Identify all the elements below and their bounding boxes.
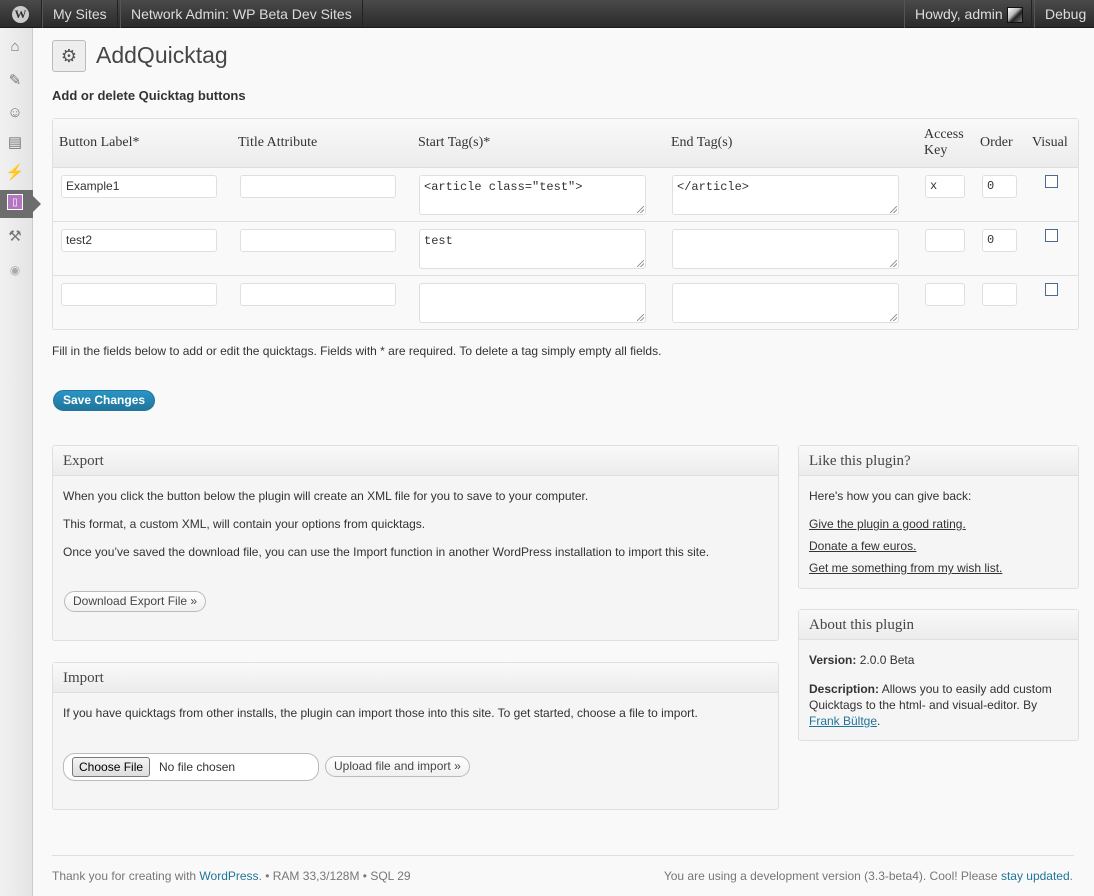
donate-link[interactable]: Donate a few euros. xyxy=(809,539,916,553)
header-start-tags: Start Tag(s)* xyxy=(418,135,491,150)
order-input[interactable] xyxy=(982,283,1017,306)
users-icon[interactable]: ☺ xyxy=(5,102,25,122)
access-key-input[interactable]: x xyxy=(925,175,965,198)
wordpress-link[interactable]: WordPress xyxy=(199,869,258,883)
button-label-input[interactable]: test2 xyxy=(61,229,217,252)
header-access-key: Access Key xyxy=(924,127,964,158)
account-menu[interactable]: Howdy, admin xyxy=(904,0,1032,28)
section-title: Add or delete Quicktag buttons xyxy=(52,88,246,103)
stay-updated-link[interactable]: stay updated xyxy=(1001,869,1070,883)
visual-checkbox[interactable] xyxy=(1045,175,1058,188)
header-end-tags: End Tag(s) xyxy=(671,135,733,150)
tools-icon[interactable]: ⚒ xyxy=(5,226,25,246)
import-title: Import xyxy=(53,663,778,693)
dashboard-icon[interactable]: ⌂ xyxy=(5,36,25,56)
rating-link[interactable]: Give the plugin a good rating. xyxy=(809,517,966,531)
access-key-input[interactable] xyxy=(925,283,965,306)
wishlist-link[interactable]: Get me something from my wish list. xyxy=(809,561,1002,575)
end-tag-textarea[interactable] xyxy=(672,229,899,269)
visual-checkbox[interactable] xyxy=(1045,229,1058,242)
howdy-text: Howdy, admin xyxy=(915,6,1003,22)
button-label-input[interactable] xyxy=(61,283,217,306)
footer-divider xyxy=(52,855,1074,856)
collapse-icon[interactable]: ◉ xyxy=(5,260,25,280)
import-text: If you have quicktags from other install… xyxy=(63,706,698,720)
file-status: No file chosen xyxy=(159,760,236,774)
start-tag-textarea[interactable] xyxy=(419,283,646,323)
export-text-2: This format, a custom XML, will contain … xyxy=(63,517,426,531)
order-input[interactable]: 0 xyxy=(982,175,1017,198)
posts-icon[interactable]: ✎ xyxy=(5,70,25,90)
quicktag-table: Button Label* Title Attribute Start Tag(… xyxy=(52,118,1079,330)
end-tag-textarea[interactable]: </article> xyxy=(672,175,899,215)
header-title-attribute: Title Attribute xyxy=(238,135,318,150)
choose-file-button[interactable]: Choose File xyxy=(72,757,151,777)
title-attribute-input[interactable] xyxy=(240,283,396,306)
tools-icon: ⚙ xyxy=(52,40,86,72)
network-admin-menu[interactable]: Network Admin: WP Beta Dev Sites xyxy=(120,0,363,28)
admin-menu: ⌂ ✎ ☺ ▤ ⚡ ▯ ⚒ ◉ xyxy=(0,28,41,896)
export-title: Export xyxy=(53,446,778,476)
author-link[interactable]: Frank Bültge xyxy=(809,714,877,728)
admin-bar: W My Sites Network Admin: WP Beta Dev Si… xyxy=(0,0,1094,28)
debug-menu[interactable]: Debug xyxy=(1034,0,1094,28)
export-text-3: Once you’ve saved the download file, you… xyxy=(63,545,710,559)
about-title: About this plugin xyxy=(799,610,1078,640)
plugins-icon[interactable]: ⚡ xyxy=(5,162,25,182)
title-attribute-input[interactable] xyxy=(240,229,396,252)
like-title: Like this plugin? xyxy=(799,446,1078,476)
page-title: AddQuicktag xyxy=(96,42,228,68)
avatar xyxy=(1006,7,1023,24)
button-label-input[interactable]: Example1 xyxy=(61,175,217,198)
order-input[interactable]: 0 xyxy=(982,229,1017,252)
download-export-button[interactable]: Download Export File » xyxy=(64,591,207,612)
upload-import-button[interactable]: Upload file and import » xyxy=(325,756,470,777)
row-divider xyxy=(53,275,1078,276)
quicktag-icon[interactable]: ▯ xyxy=(7,194,23,210)
description-line: Description: Allows you to easily add cu… xyxy=(809,682,1052,728)
start-tag-textarea[interactable]: test xyxy=(419,229,646,269)
access-key-input[interactable] xyxy=(925,229,965,252)
my-sites-menu[interactable]: My Sites xyxy=(42,0,118,28)
start-tag-textarea[interactable]: <article class="test"> xyxy=(419,175,646,215)
about-plugin-box: About this plugin Version: 2.0.0 Beta De… xyxy=(798,609,1079,741)
export-text-1: When you click the button below the plug… xyxy=(63,489,589,503)
help-text: Fill in the fields below to add or edit … xyxy=(52,344,662,358)
version-line: Version: 2.0.0 Beta xyxy=(809,653,915,667)
row-divider xyxy=(53,221,1078,222)
save-changes-button[interactable]: Save Changes xyxy=(53,390,156,411)
footer-credits: Thank you for creating with WordPress. •… xyxy=(52,869,411,883)
import-box: Import If you have quicktags from other … xyxy=(52,662,779,810)
appearance-icon[interactable]: ▤ xyxy=(5,132,25,152)
like-plugin-box: Like this plugin? Here's how you can giv… xyxy=(798,445,1079,589)
wordpress-logo-icon[interactable]: W xyxy=(0,0,42,28)
end-tag-textarea[interactable] xyxy=(672,283,899,323)
header-order: Order xyxy=(980,135,1013,150)
header-visual: Visual xyxy=(1032,135,1068,150)
footer-version: You are using a development version (3.3… xyxy=(663,869,1073,883)
title-attribute-input[interactable] xyxy=(240,175,396,198)
export-box: Export When you click the button below t… xyxy=(52,445,779,641)
visual-checkbox[interactable] xyxy=(1045,283,1058,296)
file-input[interactable]: Choose File No file chosen xyxy=(63,753,319,781)
like-intro: Here's how you can give back: xyxy=(809,489,972,503)
header-button-label: Button Label* xyxy=(59,135,140,150)
